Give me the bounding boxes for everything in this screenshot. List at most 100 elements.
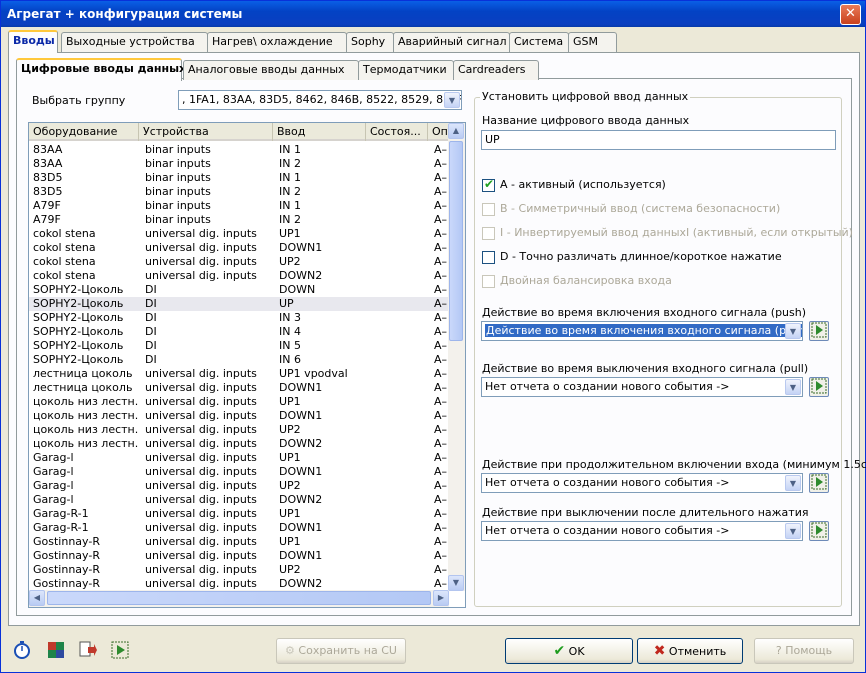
table-row[interactable]: Garag-l universal dig. inputs DOWN2 A– bbox=[29, 493, 449, 507]
scroll-left-icon[interactable]: ◀ bbox=[29, 590, 45, 606]
close-button[interactable]: ✕ bbox=[840, 4, 861, 25]
table-row[interactable]: лестница цоколь universal dig. inputs UP1 … bbox=[29, 367, 449, 381]
table-row[interactable]: цоколь низ лестн... universal dig. inputs… bbox=[29, 409, 449, 423]
cell-input: IN 4 bbox=[279, 325, 301, 338]
chevron-down-icon[interactable]: ▼ bbox=[785, 323, 801, 339]
after-long-press-select[interactable]: Нет отчета о создании нового события -> … bbox=[481, 521, 803, 541]
cell-op: A– bbox=[434, 507, 448, 520]
title-bar[interactable]: Агрегат + конфигурация системы ✕ bbox=[1, 1, 865, 27]
vertical-scroll-thumb[interactable] bbox=[449, 141, 463, 341]
table-row[interactable]: Gostinnay-R universal dig. inputs UP1 A– bbox=[29, 535, 449, 549]
option-checkbox[interactable]: ✔ bbox=[482, 177, 495, 192]
table-row[interactable]: SOPHY2-Цоколь DI IN 6 A– bbox=[29, 353, 449, 367]
table-row[interactable]: 83D5 binar inputs IN 2 A– bbox=[29, 185, 449, 199]
scroll-up-icon[interactable]: ▲ bbox=[448, 123, 464, 139]
help-button[interactable]: ? Помощь bbox=[754, 638, 854, 664]
table-row[interactable]: Garag-l universal dig. inputs UP1 A– bbox=[29, 451, 449, 465]
column-header-input[interactable]: Ввод bbox=[273, 123, 366, 141]
long-press-select[interactable]: Нет отчета о создании нового события -> … bbox=[481, 473, 803, 493]
column-header-devices[interactable]: Устройства bbox=[139, 123, 273, 141]
table-row[interactable]: SOPHY2-Цоколь DI UP A– bbox=[29, 297, 449, 311]
tab-sophy[interactable]: Sophy bbox=[346, 32, 394, 52]
cell-op: A– bbox=[434, 577, 448, 590]
table-row[interactable]: Garag-l universal dig. inputs DOWN1 A– bbox=[29, 465, 449, 479]
pull-action-play-button[interactable] bbox=[809, 377, 829, 397]
push-action-play-button[interactable] bbox=[809, 321, 829, 341]
table-row[interactable]: цоколь низ лестн... universal dig. inputs… bbox=[29, 437, 449, 451]
tab-heating-cooling[interactable]: Нагрев\ охлаждение bbox=[207, 32, 347, 52]
after-long-press-play-button[interactable] bbox=[809, 521, 829, 541]
cancel-button[interactable]: ✖ Отменить bbox=[637, 638, 743, 664]
cell-device: universal dig. inputs bbox=[145, 563, 257, 576]
tab-analog-inputs[interactable]: Аналоговые вводы данных bbox=[183, 60, 359, 80]
chart-icon[interactable] bbox=[46, 641, 66, 661]
table-row[interactable]: cokol stena universal dig. inputs UP2 A– bbox=[29, 255, 449, 269]
table-row[interactable]: Gostinnay-R universal dig. inputs DOWN1 A– bbox=[29, 549, 449, 563]
tab-thermosensors[interactable]: Термодатчики bbox=[358, 60, 454, 80]
tab-system[interactable]: Система bbox=[509, 32, 569, 52]
push-action-select[interactable]: Действие во время включения входного сиг… bbox=[481, 321, 803, 341]
table-row[interactable]: 83AA binar inputs IN 1 A– bbox=[29, 143, 449, 157]
chevron-down-icon[interactable]: ▼ bbox=[785, 379, 801, 395]
option-checkbox[interactable] bbox=[482, 275, 495, 288]
table-row[interactable]: Gostinnay-R universal dig. inputs DOWN2 A– bbox=[29, 577, 449, 591]
table-row[interactable]: цоколь низ лестн... universal dig. inputs… bbox=[29, 423, 449, 437]
cell-op: A– bbox=[434, 409, 448, 422]
long-press-play-button[interactable] bbox=[809, 473, 829, 493]
cell-state bbox=[372, 283, 430, 297]
cell-equipment: цоколь низ лестн... bbox=[33, 395, 139, 408]
table-row[interactable]: cokol stena universal dig. inputs DOWN1 A– bbox=[29, 241, 449, 255]
option-checkbox[interactable] bbox=[482, 251, 495, 264]
cell-op: A– bbox=[434, 493, 448, 506]
option-checkbox[interactable] bbox=[482, 227, 495, 240]
tab-output-devices[interactable]: Выходные устройства bbox=[61, 32, 208, 52]
horizontal-scrollbar[interactable]: ◀ ▶ bbox=[29, 590, 449, 607]
tab-inputs[interactable]: Вводы bbox=[8, 30, 58, 53]
tab-alarm[interactable]: Аварийный сигнал bbox=[393, 32, 510, 52]
horizontal-scroll-thumb[interactable] bbox=[47, 591, 431, 605]
table-row[interactable]: SOPHY2-Цоколь DI IN 5 A– bbox=[29, 339, 449, 353]
tab-cardreaders[interactable]: Cardreaders bbox=[453, 60, 539, 80]
cell-equipment: Garag-l bbox=[33, 465, 74, 478]
table-row[interactable]: A79F binar inputs IN 2 A– bbox=[29, 213, 449, 227]
input-name-field[interactable]: UP bbox=[481, 130, 836, 150]
inputs-table[interactable]: Оборудование Устройства Ввод Состоя... О… bbox=[28, 122, 466, 608]
table-row[interactable]: SOPHY2-Цоколь DI IN 4 A– bbox=[29, 325, 449, 339]
tab-gsm[interactable]: GSM bbox=[568, 32, 617, 52]
cell-device: universal dig. inputs bbox=[145, 479, 257, 492]
table-row[interactable]: cokol stena universal dig. inputs UP1 A– bbox=[29, 227, 449, 241]
tab-digital-inputs[interactable]: Цифровые вводы данных bbox=[16, 58, 186, 81]
scroll-down-icon[interactable]: ▼ bbox=[448, 575, 464, 591]
column-header-op[interactable]: Оп bbox=[428, 123, 449, 141]
chevron-down-icon[interactable]: ▼ bbox=[785, 475, 801, 491]
scroll-right-icon[interactable]: ▶ bbox=[433, 590, 449, 606]
table-row[interactable]: Garag-l universal dig. inputs UP2 A– bbox=[29, 479, 449, 493]
table-row[interactable]: SOPHY2-Цоколь DI DOWN A– bbox=[29, 283, 449, 297]
table-row[interactable]: 83D5 binar inputs IN 1 A– bbox=[29, 171, 449, 185]
column-header-state[interactable]: Состоя... bbox=[366, 123, 428, 141]
group-select[interactable]: , 1FA1, 83AA, 83D5, 8462, 846B, 8522, 85… bbox=[178, 90, 462, 110]
table-row[interactable]: лестница цоколь universal dig. inputs DOWN… bbox=[29, 381, 449, 395]
table-row[interactable]: Gostinnay-R universal dig. inputs UP2 A– bbox=[29, 563, 449, 577]
ok-button[interactable]: ✔ OK bbox=[505, 638, 633, 664]
table-row[interactable]: A79F binar inputs IN 1 A– bbox=[29, 199, 449, 213]
export-icon[interactable] bbox=[78, 641, 98, 661]
play-icon[interactable] bbox=[110, 641, 130, 661]
table-row[interactable]: SOPHY2-Цоколь DI IN 3 A– bbox=[29, 311, 449, 325]
cell-input: UP2 bbox=[279, 479, 301, 492]
chevron-down-icon[interactable]: ▼ bbox=[444, 92, 460, 108]
save-to-cu-button[interactable]: ⚙ Сохранить на CU bbox=[276, 638, 406, 664]
table-row[interactable]: 83AA binar inputs IN 2 A– bbox=[29, 157, 449, 171]
cell-equipment: Garag-R-1 bbox=[33, 521, 89, 534]
chevron-down-icon[interactable]: ▼ bbox=[785, 523, 801, 539]
vertical-scrollbar[interactable]: ▲ ▼ bbox=[448, 123, 465, 591]
table-row[interactable]: Garag-R-1 universal dig. inputs UP1 A– bbox=[29, 507, 449, 521]
column-header-equipment[interactable]: Оборудование bbox=[29, 123, 139, 141]
pull-action-select[interactable]: Нет отчета о создании нового события -> … bbox=[481, 377, 803, 397]
table-row[interactable]: цоколь низ лестн... universal dig. inputs… bbox=[29, 395, 449, 409]
table-row[interactable]: Garag-R-1 universal dig. inputs DOWN1 A– bbox=[29, 521, 449, 535]
stopwatch-icon[interactable] bbox=[12, 641, 32, 661]
option-checkbox[interactable] bbox=[482, 203, 495, 216]
table-row[interactable]: cokol stena universal dig. inputs DOWN2 A– bbox=[29, 269, 449, 283]
cell-equipment: Gostinnay-R bbox=[33, 535, 100, 548]
